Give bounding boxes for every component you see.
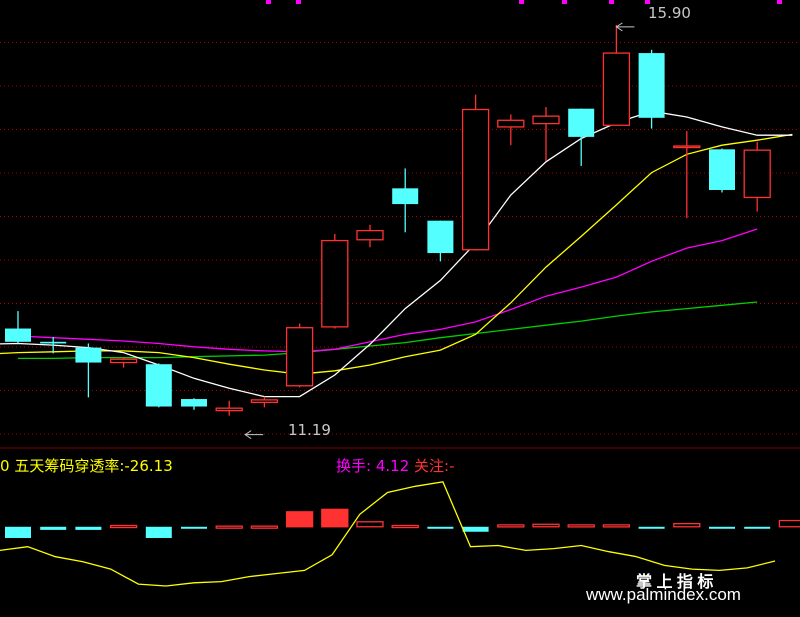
- candle-body-down: [75, 347, 102, 363]
- price-grid: [0, 42, 800, 435]
- sub-bar-up: [602, 524, 631, 528]
- sub-bar-down: [638, 526, 665, 529]
- candle-body-down: [638, 53, 665, 118]
- high-price-label: 15.90: [648, 4, 691, 22]
- candle-body-down: [181, 399, 207, 407]
- top-marker: [296, 0, 301, 4]
- top-marker: [519, 0, 524, 4]
- candle-body-down: [709, 149, 735, 190]
- sub-bar-up: [109, 524, 138, 529]
- candle-body-down: [427, 220, 454, 254]
- candle-body-up: [215, 407, 243, 412]
- candle-body-up: [109, 358, 138, 364]
- indicator-name: 五天筹码穿透率: [14, 457, 120, 475]
- sub-bar-up: [567, 524, 595, 528]
- sub-bar-down: [145, 526, 172, 538]
- ma10-line: [0, 133, 793, 375]
- sub-bar-up: [497, 524, 525, 528]
- candle-body-up: [497, 119, 525, 128]
- indicator-readout: 0 五天筹码穿透率:-26.13: [0, 457, 173, 475]
- candle-body-up: [250, 399, 279, 404]
- attention-label: 关注: [414, 457, 445, 475]
- top-marker: [609, 0, 614, 4]
- turnover-readout: 换手: 4.12 关注:-: [336, 457, 455, 475]
- sub-bar-up: [250, 525, 279, 529]
- candle-body-down: [145, 364, 172, 407]
- candle-body-down: [392, 188, 419, 205]
- candle-body-down: [40, 341, 67, 344]
- top-markers: [266, 0, 782, 4]
- candle-body-down: [5, 328, 31, 342]
- turnover-label: 换手: [336, 457, 367, 475]
- candle-body-up: [673, 145, 701, 149]
- top-marker: [777, 0, 782, 4]
- sub-bar-down: [462, 526, 489, 532]
- top-marker: [266, 0, 271, 4]
- sub-bar-up: [215, 525, 243, 529]
- candle-body-up: [602, 52, 631, 126]
- candle-body-up: [461, 108, 490, 251]
- sub-bar-up: [532, 523, 560, 528]
- sub-bar-up: [356, 521, 384, 528]
- sub-bar-down: [40, 526, 67, 530]
- candle-body-up: [356, 229, 384, 241]
- sub-indicator-bars: [5, 508, 800, 538]
- turnover-value: : 4.12: [366, 457, 410, 475]
- ma5-line: [0, 110, 793, 398]
- stock-chart: [0, 0, 800, 587]
- candle-body-up: [321, 239, 349, 328]
- sub-bar-up: [285, 511, 314, 528]
- candle-body-up: [743, 149, 771, 199]
- sub-bar-down: [427, 526, 454, 529]
- sub-bar-down: [709, 526, 735, 529]
- indicator-value: :-26.13: [119, 457, 173, 475]
- low-price-label: 11.19: [288, 421, 331, 439]
- sub-bar-up: [321, 508, 349, 528]
- sub-bar-up: [391, 524, 419, 529]
- top-marker: [562, 0, 567, 4]
- candle-body-up: [532, 115, 560, 125]
- attention-value: :-: [444, 457, 455, 475]
- moving-average-lines: [0, 110, 793, 398]
- candle-body-up: [285, 327, 314, 387]
- watermark-url: www.palmindex.com: [586, 585, 741, 604]
- sub-bar-up: [778, 519, 800, 528]
- sub-bar-down: [5, 526, 31, 538]
- ma20-line: [17, 228, 758, 353]
- candle-body-down: [568, 108, 595, 137]
- indicator-prefix: 0: [0, 457, 10, 475]
- sub-bar-down: [181, 526, 207, 529]
- sub-bar-down: [744, 526, 771, 529]
- sub-bar-down: [75, 526, 102, 530]
- ma60-line: [18, 301, 758, 360]
- sub-bar-up: [673, 523, 701, 528]
